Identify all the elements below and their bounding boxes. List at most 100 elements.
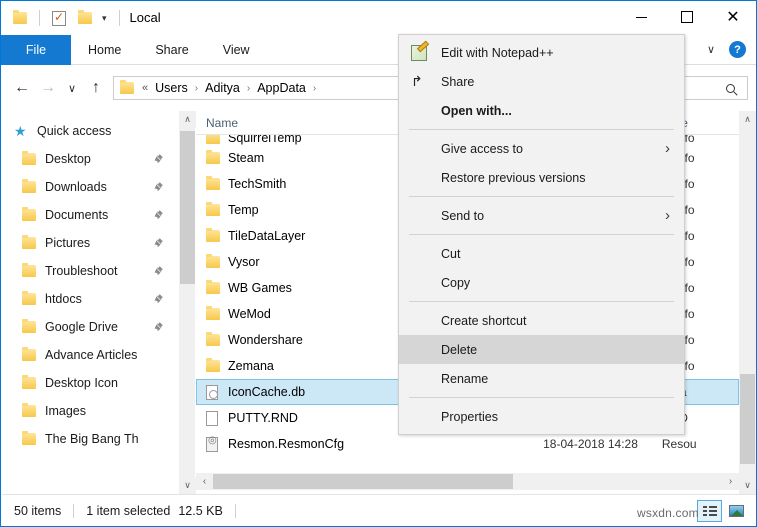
chevron-right-icon[interactable]: › bbox=[665, 140, 670, 157]
chevron-down-icon[interactable]: ∨ bbox=[701, 43, 721, 56]
scroll-up-icon[interactable]: ∧ bbox=[739, 111, 756, 128]
menu-item-copy[interactable]: Copy bbox=[399, 268, 684, 297]
sidebar-item-htdocs[interactable]: htdocs bbox=[2, 285, 178, 313]
scroll-down-icon[interactable]: ∨ bbox=[179, 477, 196, 494]
folder-icon[interactable] bbox=[9, 7, 31, 29]
menu-item-label: Properties bbox=[441, 409, 498, 424]
menu-item-delete[interactable]: Delete bbox=[399, 335, 684, 364]
ribbon-right-controls: ∨ ? bbox=[701, 35, 756, 64]
tab-share[interactable]: Share bbox=[138, 35, 205, 65]
menu-item-label: Create shortcut bbox=[441, 313, 527, 328]
sidebar-item-desktop-icon[interactable]: Desktop Icon bbox=[2, 369, 178, 397]
large-icons-view-button[interactable] bbox=[724, 500, 749, 522]
menu-item-share[interactable]: ↱ Share bbox=[399, 67, 684, 96]
breadcrumb-overflow[interactable]: « bbox=[138, 82, 152, 94]
folder-icon bbox=[206, 254, 228, 268]
menu-item-properties[interactable]: Properties bbox=[399, 402, 684, 431]
menu-item-label: Delete bbox=[441, 342, 478, 357]
scroll-left-icon[interactable]: ‹ bbox=[196, 473, 213, 490]
file-type-cell: Resou bbox=[661, 437, 697, 451]
help-icon[interactable]: ? bbox=[729, 41, 746, 58]
breadcrumb-separator[interactable]: › bbox=[243, 83, 254, 94]
tab-file[interactable]: File bbox=[1, 35, 71, 65]
sidebar-item-pictures[interactable]: Pictures bbox=[2, 229, 178, 257]
tab-view[interactable]: View bbox=[206, 35, 267, 65]
properties-icon[interactable] bbox=[48, 7, 70, 29]
search-input[interactable] bbox=[680, 76, 748, 100]
sidebar-item-label: Images bbox=[45, 404, 86, 418]
close-icon[interactable]: ✕ bbox=[710, 1, 756, 33]
scroll-down-icon[interactable]: ∨ bbox=[739, 477, 756, 494]
window-title: Local bbox=[118, 10, 161, 26]
sidebar-item-google-drive[interactable]: Google Drive bbox=[2, 313, 178, 341]
scroll-up-icon[interactable]: ∧ bbox=[179, 111, 196, 128]
pin-icon[interactable] bbox=[153, 265, 164, 279]
details-view-button[interactable] bbox=[697, 500, 722, 522]
sidebar-item-documents[interactable]: Documents bbox=[2, 201, 178, 229]
menu-item-send-to[interactable]: Send to › bbox=[399, 201, 684, 230]
status-divider bbox=[73, 504, 75, 518]
menu-item-give-access-to[interactable]: Give access to › bbox=[399, 134, 684, 163]
menu-item-edit-with-notepad[interactable]: Edit with Notepad++ bbox=[399, 38, 684, 67]
sidebar-item-troubleshoot[interactable]: Troubleshoot bbox=[2, 257, 178, 285]
pin-icon[interactable] bbox=[153, 181, 164, 195]
chevron-down-icon[interactable]: ▾ bbox=[100, 13, 109, 24]
pin-icon[interactable] bbox=[153, 209, 164, 223]
file-name-label: Wondershare bbox=[228, 333, 303, 347]
menu-item-cut[interactable]: Cut bbox=[399, 239, 684, 268]
folder-documents-icon bbox=[22, 207, 41, 221]
breadcrumb-separator[interactable]: › bbox=[309, 83, 320, 94]
folder-icon bbox=[22, 291, 41, 305]
maximize-icon[interactable] bbox=[664, 1, 710, 33]
file-list-horizontal-scrollbar[interactable]: ‹ › bbox=[196, 473, 739, 490]
file-name-cell: Resmon.ResmonCfg bbox=[196, 435, 516, 452]
back-button[interactable]: ← bbox=[9, 73, 35, 103]
file-name-label: PUTTY.RND bbox=[228, 411, 298, 425]
pin-icon[interactable] bbox=[153, 153, 164, 167]
recent-locations-button[interactable]: ∨ bbox=[61, 73, 83, 103]
menu-item-open-with[interactable]: Open with... bbox=[399, 96, 684, 125]
sidebar-item-downloads[interactable]: Downloads bbox=[2, 173, 178, 201]
hscroll-track[interactable] bbox=[213, 473, 722, 490]
db-file-icon bbox=[206, 384, 228, 400]
file-list-vertical-scrollbar[interactable]: ∧ ∨ bbox=[739, 111, 756, 494]
sidebar-item-advance-articles[interactable]: Advance Articles bbox=[2, 341, 178, 369]
pin-icon[interactable] bbox=[153, 237, 164, 251]
chevron-right-icon[interactable]: › bbox=[665, 207, 670, 224]
menu-item-restore-previous-versions[interactable]: Restore previous versions bbox=[399, 163, 684, 192]
details-view-icon bbox=[702, 505, 717, 517]
scroll-right-icon[interactable]: › bbox=[722, 473, 739, 490]
hscroll-thumb[interactable] bbox=[213, 474, 513, 489]
pin-icon[interactable] bbox=[153, 293, 164, 307]
navigation-scrollbar[interactable]: ∧ ∨ bbox=[178, 111, 196, 494]
menu-item-rename[interactable]: Rename bbox=[399, 364, 684, 393]
sidebar-item-desktop[interactable]: Desktop bbox=[2, 145, 178, 173]
sidebar-item-images[interactable]: Images bbox=[2, 397, 178, 425]
pin-icon[interactable] bbox=[153, 321, 164, 335]
folder-icon bbox=[22, 263, 41, 277]
new-folder-icon[interactable] bbox=[74, 7, 96, 29]
sidebar-item-the-big-bang-th[interactable]: The Big Bang Th bbox=[2, 425, 178, 453]
folder-icon bbox=[206, 228, 228, 242]
scrollbar-thumb[interactable] bbox=[180, 131, 195, 284]
view-mode-buttons bbox=[697, 500, 756, 522]
watermark: wsxdn.com bbox=[637, 506, 699, 520]
forward-button[interactable]: → bbox=[35, 73, 61, 103]
folder-icon bbox=[22, 431, 41, 445]
folder-icon bbox=[120, 80, 134, 94]
file-name-label: Zemana bbox=[228, 359, 274, 373]
breadcrumb-appdata[interactable]: AppData bbox=[254, 81, 309, 95]
scrollbar-thumb[interactable] bbox=[740, 374, 755, 464]
notepadpp-icon bbox=[411, 44, 441, 61]
sidebar-item-label: Downloads bbox=[45, 180, 107, 194]
menu-item-create-shortcut[interactable]: Create shortcut bbox=[399, 306, 684, 335]
tab-home[interactable]: Home bbox=[71, 35, 138, 65]
share-icon: ↱ bbox=[411, 73, 423, 89]
sidebar-item-label: The Big Bang Th bbox=[45, 432, 139, 446]
breadcrumb-aditya[interactable]: Aditya bbox=[202, 81, 243, 95]
up-button[interactable]: ↑ bbox=[83, 73, 109, 103]
minimize-icon[interactable] bbox=[618, 1, 664, 33]
breadcrumb-users[interactable]: Users bbox=[152, 81, 191, 95]
sidebar-item-quick-access[interactable]: ★ Quick access bbox=[2, 117, 178, 145]
breadcrumb-separator[interactable]: › bbox=[191, 83, 202, 94]
